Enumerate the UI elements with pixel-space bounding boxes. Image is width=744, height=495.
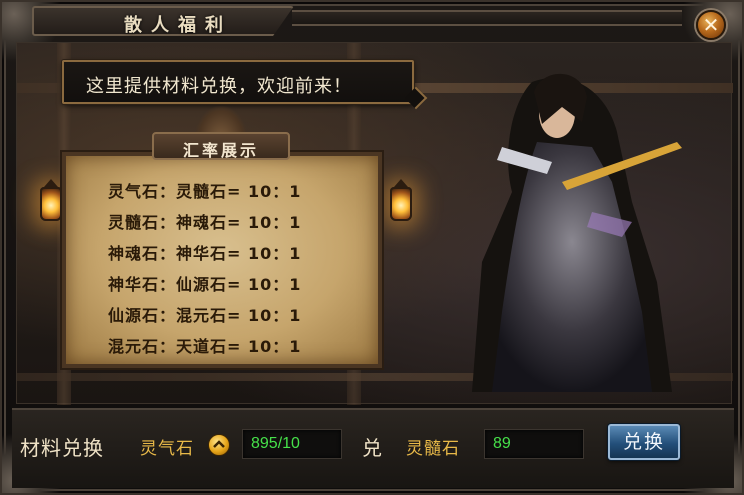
npc-greeting: 这里提供材料兑换，欢迎前来！ <box>86 76 352 97</box>
lantern-icon <box>40 187 62 221</box>
from-item-name: 灵气石 <box>140 439 194 459</box>
lantern-icon <box>390 187 412 221</box>
to-item-name: 灵髓石 <box>406 439 460 459</box>
from-amount-field[interactable]: 895/10 <box>242 429 342 459</box>
rate-row: 灵髓石：神魂石= 10：1 <box>108 213 302 232</box>
rate-row: 仙源石：混元石= 10：1 <box>108 306 302 325</box>
npc-dialog: 这里提供材料兑换，欢迎前来！ <box>62 60 414 104</box>
rate-row: 灵气石：灵髓石= 10：1 <box>108 182 302 201</box>
rate-row: 混元石：天道石= 10：1 <box>108 337 302 356</box>
welfare-window: 散人福利 ✕ 这里提供材料兑换，欢迎前来！ 汇率展示 灵气石：灵髓石= 10：1… <box>0 0 744 495</box>
rate-list: 灵气石：灵髓石= 10：1 灵髓石：神魂石= 10：1 神魂石：神华石= 10：… <box>108 178 368 364</box>
rate-row: 神魂石：神华石= 10：1 <box>108 244 302 263</box>
title-bar: 散人福利 <box>32 6 294 36</box>
title-strip <box>292 10 682 26</box>
select-material-button[interactable] <box>208 434 230 456</box>
window-title: 散人福利 <box>124 15 232 36</box>
close-icon: ✕ <box>702 13 720 37</box>
exchange-arrow-label: 兑 <box>362 436 382 460</box>
to-amount-field[interactable]: 89 <box>484 429 584 459</box>
chevron-up-icon <box>213 440 225 448</box>
board-title: 汇率展示 <box>182 141 259 160</box>
board-title-tab: 汇率展示 <box>152 132 290 160</box>
npc-warrior-portrait <box>472 73 682 392</box>
exchange-button[interactable]: 兑换 <box>608 424 680 460</box>
exchange-label: 材料兑换 <box>20 436 104 460</box>
close-button[interactable]: ✕ <box>696 10 726 40</box>
rate-row: 神华石：仙源石= 10：1 <box>108 275 302 294</box>
